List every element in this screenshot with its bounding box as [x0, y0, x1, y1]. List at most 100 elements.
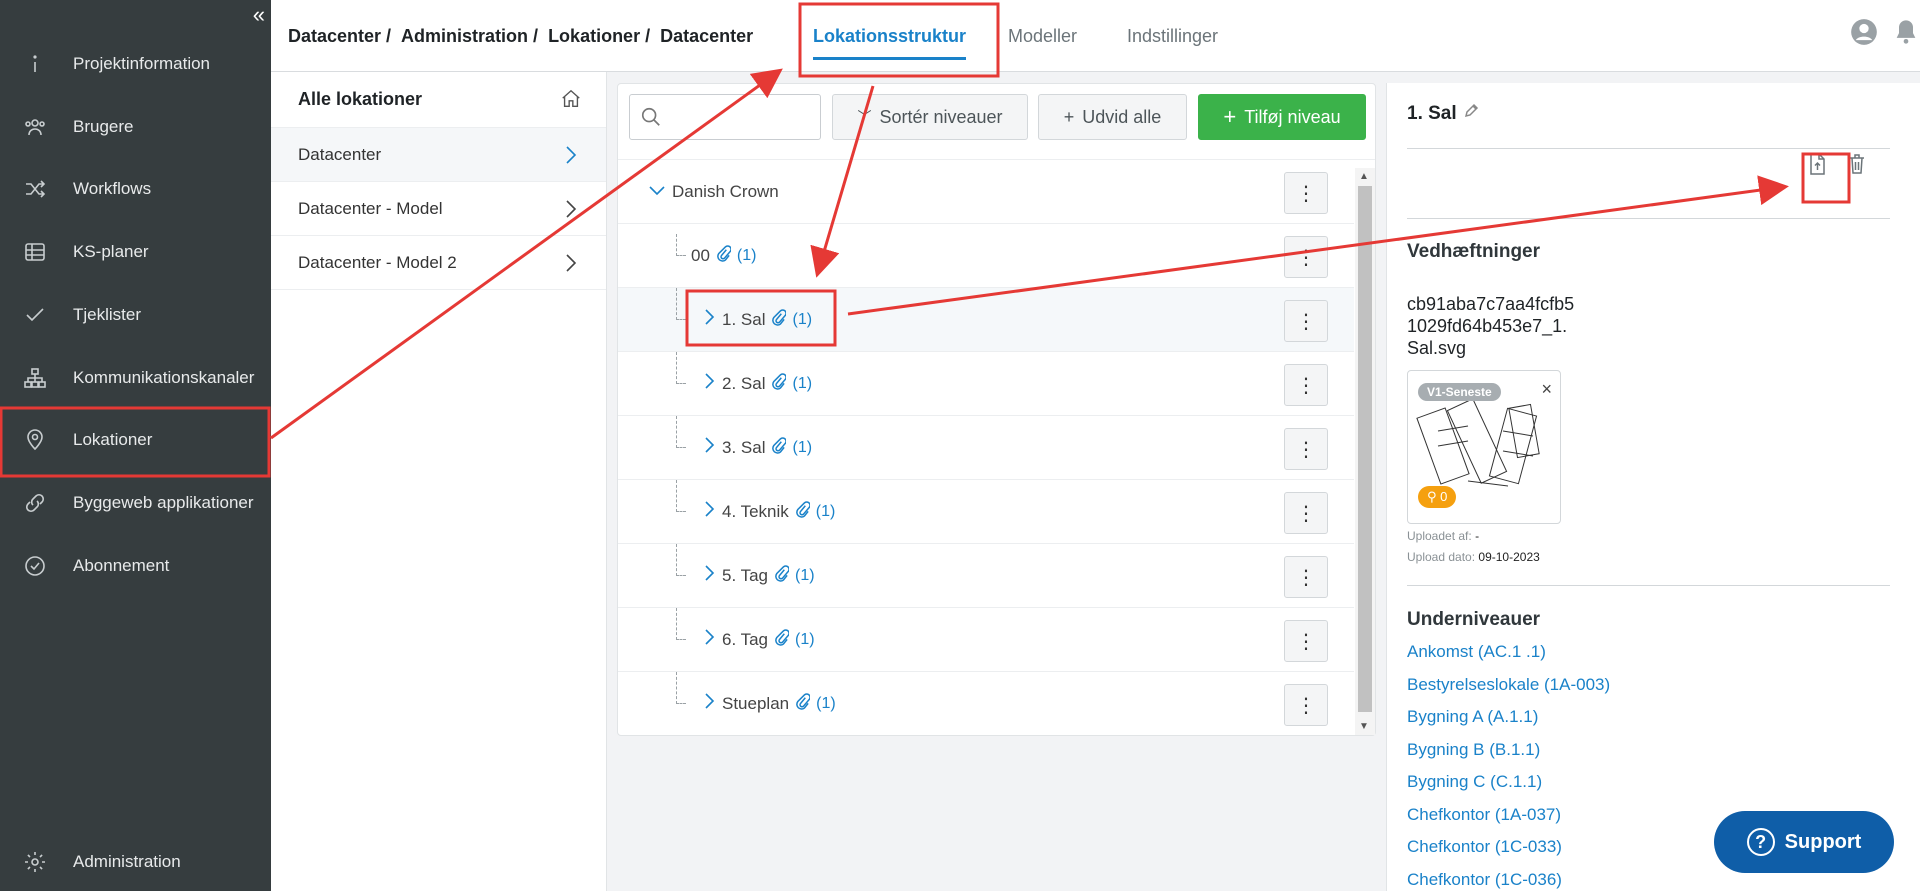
chevron-right-icon[interactable]: [704, 372, 716, 395]
sidebar-item-ks-planer[interactable]: KS-planer: [0, 224, 271, 280]
sublevel-link[interactable]: Chefkontor (1A-037): [1407, 805, 1561, 825]
sublevel-link[interactable]: Bygning B (B.1.1): [1407, 740, 1540, 760]
row-menu-button[interactable]: ⋮: [1284, 236, 1328, 278]
pencil-icon[interactable]: [1463, 103, 1479, 125]
location-item-datacenter[interactable]: Datacenter: [271, 128, 606, 182]
chevron-right-icon[interactable]: [704, 500, 716, 523]
attachment-filename[interactable]: cb91aba7c7aa4fcfb51029fd64b453e7_1.Sal.s…: [1407, 293, 1577, 359]
pin-count-badge[interactable]: ⚲ 0: [1418, 486, 1457, 508]
upload-file-icon[interactable]: [1807, 153, 1827, 180]
location-item-datacenter-model-2[interactable]: Datacenter - Model 2: [271, 236, 606, 290]
sublevel-link[interactable]: Ankomst (AC.1 .1): [1407, 642, 1546, 662]
pin-count: 0: [1440, 489, 1448, 504]
row-menu-button[interactable]: ⋮: [1284, 556, 1328, 598]
sort-levels-button[interactable]: ﹀ Sortér niveauer: [832, 94, 1028, 140]
attachment-count[interactable]: (1): [737, 247, 757, 265]
sublevels-heading: Underniveauer: [1407, 609, 1541, 630]
bell-icon[interactable]: [1892, 18, 1920, 46]
scroll-up-icon[interactable]: ▲: [1359, 171, 1369, 182]
top-bar: Datacenter / Administration / Lokationer…: [271, 0, 1920, 72]
scroll-thumb[interactable]: [1358, 186, 1372, 712]
chevron-right-icon[interactable]: [704, 628, 716, 651]
sublevel-link[interactable]: Chefkontor (1C-036): [1407, 870, 1562, 890]
sublevel-link[interactable]: Bygning A (A.1.1): [1407, 707, 1538, 727]
attachment-count[interactable]: (1): [816, 503, 836, 521]
home-icon[interactable]: [560, 88, 582, 115]
sidebar-item-label: Projektinformation: [73, 54, 211, 73]
tree-row-label: 4. Teknik: [722, 501, 789, 521]
sidebar-item-lokationer[interactable]: Lokationer: [0, 412, 271, 468]
sublevel-link[interactable]: Chefkontor (1C-033): [1407, 837, 1562, 857]
attachment-count[interactable]: (1): [795, 567, 815, 585]
paperclip-icon[interactable]: [774, 564, 790, 587]
row-menu-button[interactable]: ⋮: [1284, 428, 1328, 470]
paperclip-icon[interactable]: [795, 500, 811, 523]
tree-scrollbar[interactable]: ▲ ▼: [1355, 168, 1375, 735]
close-icon[interactable]: ×: [1541, 379, 1552, 400]
locations-header[interactable]: Alle lokationer: [271, 72, 606, 128]
sidebar-item-workflows[interactable]: Workflows: [0, 161, 271, 217]
plus-icon: +: [1063, 106, 1075, 127]
attachment-count[interactable]: (1): [816, 695, 836, 713]
tab-lokationsstruktur[interactable]: Lokationsstruktur: [813, 0, 967, 72]
attachment-count[interactable]: (1): [792, 439, 812, 457]
user-avatar-icon[interactable]: [1850, 18, 1878, 46]
paperclip-icon[interactable]: [771, 372, 788, 395]
sidebar-item-brugere[interactable]: Brugere: [0, 99, 271, 155]
row-menu-button[interactable]: ⋮: [1284, 172, 1328, 214]
search-input[interactable]: [670, 105, 810, 129]
chevron-right-icon[interactable]: [704, 692, 716, 715]
sidebar-item-projektinformation[interactable]: Projektinformation: [0, 36, 271, 92]
support-button[interactable]: ? Support: [1714, 811, 1894, 873]
row-menu-button[interactable]: ⋮: [1284, 620, 1328, 662]
row-menu-button[interactable]: ⋮: [1284, 364, 1328, 406]
paperclip-icon[interactable]: [716, 244, 732, 267]
sublevel-link[interactable]: Bygning C (C.1.1): [1407, 772, 1542, 792]
breadcrumb-item[interactable]: Lokationer /: [548, 26, 650, 47]
add-level-label: Tilføj niveau: [1244, 106, 1341, 127]
sidebar-item-label: KS-planer: [73, 242, 149, 261]
tree-row[interactable]: 3. Sal (1) ⋮: [618, 416, 1354, 480]
chevron-right-icon[interactable]: [704, 436, 716, 459]
sidebar-item-byggeweb-applikationer[interactable]: Byggeweb applikationer: [0, 475, 271, 531]
trash-icon[interactable]: [1847, 153, 1867, 180]
chevron-down-icon[interactable]: [648, 182, 666, 202]
attachment-thumbnail[interactable]: V1-Seneste × ⚲ 0: [1407, 370, 1561, 524]
location-item-datacenter-model[interactable]: Datacenter - Model: [271, 182, 606, 236]
scroll-down-icon[interactable]: ▼: [1359, 721, 1369, 732]
tab-indstillinger[interactable]: Indstillinger: [1127, 0, 1218, 72]
tree-row[interactable]: 00 (1) ⋮: [618, 224, 1354, 288]
tree-row-root[interactable]: Danish Crown ⋮: [618, 160, 1354, 224]
tree-row[interactable]: 2. Sal (1) ⋮: [618, 352, 1354, 416]
paperclip-icon[interactable]: [771, 308, 788, 331]
sublevel-link[interactable]: Bestyrelseslokale (1A-003): [1407, 675, 1610, 695]
tree-row[interactable]: 5. Tag (1) ⋮: [618, 544, 1354, 608]
chevron-right-icon[interactable]: [704, 564, 716, 587]
paperclip-icon[interactable]: [774, 628, 790, 651]
tree-row[interactable]: Stueplan (1) ⋮: [618, 672, 1354, 736]
paperclip-icon[interactable]: [771, 436, 788, 459]
double-chevron-left-icon[interactable]: «: [253, 4, 265, 26]
add-level-button[interactable]: + Tilføj niveau: [1198, 94, 1366, 140]
row-menu-button[interactable]: ⋮: [1284, 492, 1328, 534]
attachment-count[interactable]: (1): [795, 631, 815, 649]
sidebar-item-abonnement[interactable]: Abonnement: [0, 538, 271, 594]
tree-row[interactable]: 1. Sal (1) ⋮: [618, 288, 1354, 352]
chevron-right-icon[interactable]: [704, 308, 716, 331]
breadcrumb-item[interactable]: Administration /: [401, 26, 538, 47]
sidebar-item-tjeklister[interactable]: Tjeklister: [0, 287, 271, 343]
row-menu-button[interactable]: ⋮: [1284, 684, 1328, 726]
sidebar-item-kommunikationskanaler[interactable]: Kommunikationskanaler: [0, 350, 271, 406]
row-menu-button[interactable]: ⋮: [1284, 300, 1328, 342]
users-icon: [22, 114, 48, 140]
detail-title-text: 1. Sal: [1407, 103, 1457, 124]
breadcrumb-item[interactable]: Datacenter /: [288, 26, 391, 47]
tab-modeller[interactable]: Modeller: [1008, 0, 1077, 72]
sidebar-item-administration[interactable]: Administration: [0, 834, 271, 890]
tree-row[interactable]: 6. Tag (1) ⋮: [618, 608, 1354, 672]
expand-all-button[interactable]: + Udvid alle: [1038, 94, 1187, 140]
paperclip-icon[interactable]: [795, 692, 811, 715]
attachment-count[interactable]: (1): [792, 375, 812, 393]
attachment-count[interactable]: (1): [792, 311, 812, 329]
tree-row[interactable]: 4. Teknik (1) ⋮: [618, 480, 1354, 544]
